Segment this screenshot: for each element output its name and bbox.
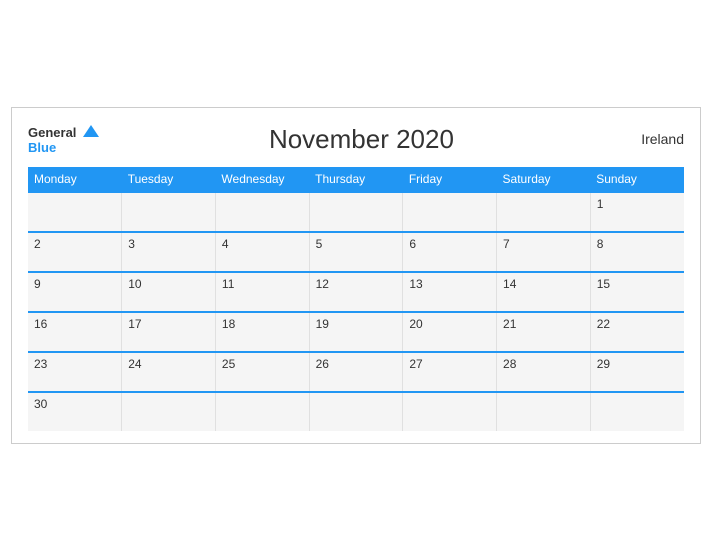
calendar-day-cell bbox=[215, 392, 309, 431]
calendar-day-cell: 13 bbox=[403, 272, 497, 312]
day-number: 20 bbox=[409, 317, 422, 331]
day-number: 26 bbox=[316, 357, 329, 371]
day-number: 24 bbox=[128, 357, 141, 371]
day-number: 14 bbox=[503, 277, 516, 291]
calendar-day-cell: 29 bbox=[590, 352, 684, 392]
day-number: 9 bbox=[34, 277, 41, 291]
day-number: 8 bbox=[597, 237, 604, 251]
calendar-week-row: 23 24 25 26 27 28 29 bbox=[28, 352, 684, 392]
day-number: 25 bbox=[222, 357, 235, 371]
calendar-day-cell: 30 bbox=[28, 392, 122, 431]
calendar-day-cell bbox=[590, 392, 684, 431]
day-number: 18 bbox=[222, 317, 235, 331]
header-sunday: Sunday bbox=[590, 167, 684, 192]
calendar-day-cell: 28 bbox=[497, 352, 591, 392]
calendar-day-cell bbox=[497, 192, 591, 232]
calendar-day-cell: 2 bbox=[28, 232, 122, 272]
header-tuesday: Tuesday bbox=[122, 167, 216, 192]
calendar-day-cell: 21 bbox=[497, 312, 591, 352]
day-number: 19 bbox=[316, 317, 329, 331]
day-number: 15 bbox=[597, 277, 610, 291]
logo-general-text: General bbox=[28, 125, 76, 140]
calendar-day-cell: 3 bbox=[122, 232, 216, 272]
calendar-table: Monday Tuesday Wednesday Thursday Friday… bbox=[28, 167, 684, 431]
header-friday: Friday bbox=[403, 167, 497, 192]
day-number: 30 bbox=[34, 397, 47, 411]
day-number: 27 bbox=[409, 357, 422, 371]
calendar-day-cell bbox=[309, 192, 403, 232]
calendar-week-row: 30 bbox=[28, 392, 684, 431]
logo: General Blue bbox=[28, 125, 99, 154]
calendar-day-cell: 20 bbox=[403, 312, 497, 352]
day-number: 5 bbox=[316, 237, 323, 251]
calendar-day-cell bbox=[403, 392, 497, 431]
day-number: 1 bbox=[597, 197, 604, 211]
calendar-day-cell bbox=[28, 192, 122, 232]
calendar-day-cell: 11 bbox=[215, 272, 309, 312]
calendar-week-row: 9 10 11 12 13 14 15 bbox=[28, 272, 684, 312]
calendar-day-cell: 27 bbox=[403, 352, 497, 392]
header-wednesday: Wednesday bbox=[215, 167, 309, 192]
calendar-day-cell: 5 bbox=[309, 232, 403, 272]
day-number: 16 bbox=[34, 317, 47, 331]
calendar-day-cell bbox=[497, 392, 591, 431]
calendar-day-cell: 15 bbox=[590, 272, 684, 312]
calendar-week-row: 2 3 4 5 6 7 8 bbox=[28, 232, 684, 272]
calendar-week-row: 16 17 18 19 20 21 22 bbox=[28, 312, 684, 352]
calendar-day-cell: 22 bbox=[590, 312, 684, 352]
day-number: 28 bbox=[503, 357, 516, 371]
calendar-day-cell: 10 bbox=[122, 272, 216, 312]
calendar-day-cell: 18 bbox=[215, 312, 309, 352]
header-saturday: Saturday bbox=[497, 167, 591, 192]
calendar-day-cell bbox=[403, 192, 497, 232]
weekday-header-row: Monday Tuesday Wednesday Thursday Friday… bbox=[28, 167, 684, 192]
day-number: 7 bbox=[503, 237, 510, 251]
calendar-day-cell: 19 bbox=[309, 312, 403, 352]
day-number: 12 bbox=[316, 277, 329, 291]
calendar-day-cell: 4 bbox=[215, 232, 309, 272]
day-number: 23 bbox=[34, 357, 47, 371]
header-monday: Monday bbox=[28, 167, 122, 192]
calendar: General Blue November 2020 Ireland Monda… bbox=[11, 107, 701, 444]
day-number: 11 bbox=[222, 277, 234, 291]
calendar-day-cell: 9 bbox=[28, 272, 122, 312]
calendar-day-cell: 8 bbox=[590, 232, 684, 272]
day-number: 4 bbox=[222, 237, 229, 251]
day-number: 6 bbox=[409, 237, 416, 251]
calendar-week-row: 1 bbox=[28, 192, 684, 232]
calendar-day-cell: 14 bbox=[497, 272, 591, 312]
day-number: 13 bbox=[409, 277, 422, 291]
calendar-day-cell: 23 bbox=[28, 352, 122, 392]
calendar-day-cell: 16 bbox=[28, 312, 122, 352]
calendar-day-cell: 7 bbox=[497, 232, 591, 272]
calendar-day-cell: 6 bbox=[403, 232, 497, 272]
calendar-day-cell: 17 bbox=[122, 312, 216, 352]
day-number: 2 bbox=[34, 237, 41, 251]
calendar-day-cell bbox=[122, 192, 216, 232]
calendar-day-cell: 24 bbox=[122, 352, 216, 392]
calendar-day-cell bbox=[215, 192, 309, 232]
calendar-country: Ireland bbox=[624, 131, 684, 147]
day-number: 22 bbox=[597, 317, 610, 331]
logo-triangle-icon bbox=[83, 125, 99, 137]
calendar-day-cell: 1 bbox=[590, 192, 684, 232]
logo-general: General bbox=[28, 125, 99, 141]
calendar-day-cell bbox=[309, 392, 403, 431]
header-thursday: Thursday bbox=[309, 167, 403, 192]
day-number: 10 bbox=[128, 277, 141, 291]
calendar-title: November 2020 bbox=[99, 124, 624, 155]
day-number: 3 bbox=[128, 237, 135, 251]
day-number: 29 bbox=[597, 357, 610, 371]
logo-blue-text: Blue bbox=[28, 141, 99, 154]
day-number: 17 bbox=[128, 317, 141, 331]
day-number: 21 bbox=[503, 317, 516, 331]
calendar-day-cell: 12 bbox=[309, 272, 403, 312]
calendar-day-cell: 25 bbox=[215, 352, 309, 392]
calendar-day-cell: 26 bbox=[309, 352, 403, 392]
calendar-day-cell bbox=[122, 392, 216, 431]
calendar-header: General Blue November 2020 Ireland bbox=[28, 124, 684, 155]
